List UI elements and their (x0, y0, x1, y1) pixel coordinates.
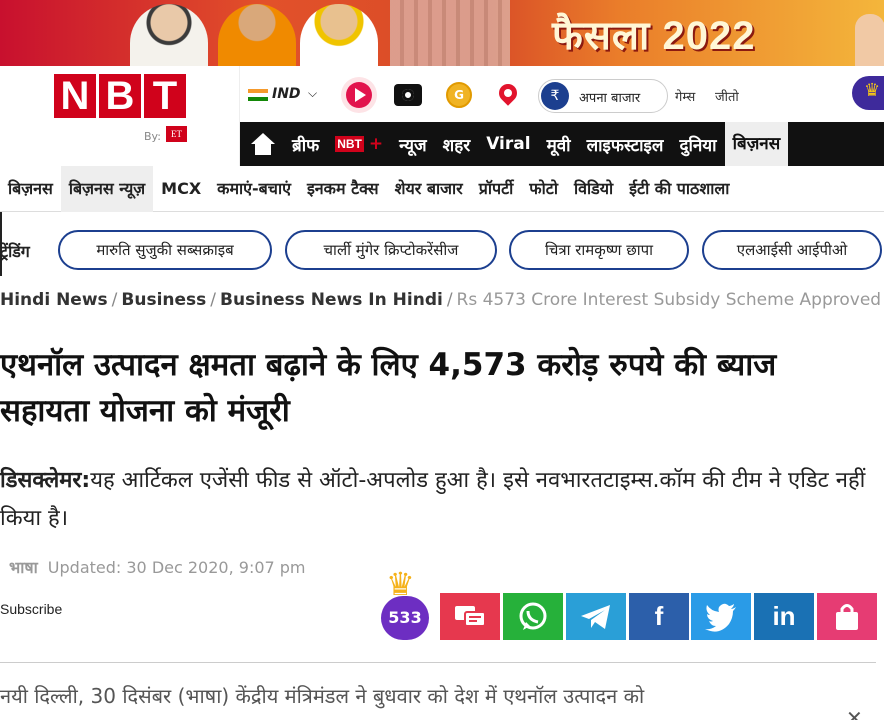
subnav-item-et-school[interactable]: ईटी की पाठशाला (621, 166, 737, 212)
breadcrumb-current: Rs 4573 Crore Interest Subsidy Scheme Ap… (456, 290, 882, 310)
nav-item-world[interactable]: दुनिया (671, 133, 724, 156)
twitter-icon[interactable] (691, 593, 751, 640)
subnav-item-video[interactable]: विडियो (566, 166, 621, 212)
trending-chip[interactable]: एलआईसी आईपीओ (702, 230, 882, 270)
nbt-plus-logo: NBT (335, 136, 364, 152)
play-video-icon[interactable] (341, 77, 377, 113)
home-icon[interactable] (240, 122, 284, 166)
logo-by-label: By: (144, 130, 161, 143)
games-link[interactable]: गेम्स (675, 87, 695, 105)
telegram-icon[interactable] (566, 593, 626, 640)
coin-rewards-icon[interactable]: G (446, 82, 472, 108)
plus-icon: + (368, 134, 384, 154)
trending-label: ट्रेंडिंग (0, 242, 30, 261)
nav-item-lifestyle[interactable]: लाइफस्टाइल (579, 133, 672, 156)
subnav-item-photo[interactable]: फोटो (521, 166, 566, 212)
linkedin-icon[interactable]: in (754, 593, 814, 640)
comment-count-badge[interactable]: 533 (381, 596, 429, 640)
article-updated: Updated: 30 Dec 2020, 9:07 pm (47, 558, 306, 577)
sub-nav: बिज़नस बिज़नस न्यूज़ MCX कमाएं-बचाएं इनक… (0, 165, 884, 212)
article-body-first-line: नयी दिल्ली, 30 दिसंबर (भाषा) केंद्रीय मं… (0, 684, 645, 708)
breadcrumb-separator: / (210, 290, 217, 310)
jeeto-link[interactable]: जीतो (715, 87, 739, 105)
subnav-item-business[interactable]: बिज़नस (0, 166, 61, 212)
chevron-down-icon[interactable]: ⌵ (308, 86, 317, 101)
trending-chip[interactable]: चार्ली मुंगेर क्रिप्टोकरेंसीज (285, 230, 497, 270)
premium-crown-button[interactable] (852, 76, 884, 110)
nav-item-viral[interactable]: Viral (478, 134, 538, 154)
breadcrumb: Hindi News / Business / Business News In Hin… (0, 290, 884, 310)
subnav-item-business-news[interactable]: बिज़नस न्यूज़ (60, 165, 154, 212)
breadcrumb-link[interactable]: Business (121, 290, 206, 310)
logo-letter: N (54, 74, 96, 118)
whatsapp-icon[interactable] (503, 593, 563, 640)
subnav-item-mcx[interactable]: MCX (153, 166, 209, 212)
nav-item-movie[interactable]: मूवी (539, 133, 579, 156)
rupee-icon: ₹ (541, 82, 569, 110)
nbt-logo[interactable]: N B T (54, 74, 186, 118)
subnav-item-property[interactable]: प्रॉपर्टी (471, 166, 522, 212)
crown-icon: ♛ (386, 565, 415, 603)
subnav-item-earn-save[interactable]: कमाएं-बचाएं (209, 166, 299, 212)
nav-item-city[interactable]: शहर (435, 133, 479, 156)
breadcrumb-separator: / (111, 290, 118, 310)
top-ad-banner[interactable]: फैसला 2022 (0, 0, 884, 66)
subnav-item-income-tax[interactable]: इनकम टैक्स (299, 166, 387, 212)
comment-icon[interactable] (440, 593, 500, 640)
nav-item-nbt-plus[interactable]: NBT + (327, 134, 391, 154)
subnav-item-share-market[interactable]: शेयर बाजार (387, 166, 471, 212)
camera-icon[interactable] (394, 84, 422, 106)
nav-item-business[interactable]: बिज़नस (724, 122, 789, 166)
breadcrumb-link[interactable]: Hindi News (0, 290, 108, 310)
disclaimer-label: डिसक्लेमर: (0, 468, 91, 493)
banner-title: फैसला 2022 (552, 14, 756, 58)
main-nav: ब्रीफ NBT + न्यूज शहर Viral मूवी लाइफस्टा… (240, 122, 884, 166)
banner-person-image (218, 4, 296, 66)
article-headline: एथनॉल उत्पादन क्षमता बढ़ाने के लिए 4,573… (0, 347, 777, 429)
nav-item-brief[interactable]: ब्रीफ (284, 133, 327, 156)
article-source[interactable]: भाषा (9, 558, 38, 577)
banner-hand-image (855, 14, 884, 66)
trending-strip: ट्रेंडिंग मारुति सुजुकी सब्सक्राइब चार्ल… (0, 212, 884, 276)
nav-item-news[interactable]: न्यूज (391, 133, 435, 156)
disclaimer-text: यह आर्टिकल एजेंसी फीड से ऑटो-अपलोड हुआ ह… (0, 468, 866, 531)
facebook-icon[interactable]: f (629, 593, 689, 640)
trending-chip[interactable]: चित्रा रामकृष्ण छापा (509, 230, 689, 270)
apna-bazar-label: अपना बाजार (579, 91, 641, 106)
close-icon[interactable]: ✕ (846, 706, 863, 720)
subscribe-button[interactable]: Subscribe (0, 601, 62, 617)
india-flag-icon[interactable] (248, 89, 268, 101)
edition-selector[interactable]: IND (272, 86, 301, 102)
et-logo: ET (166, 126, 187, 142)
trending-chip[interactable]: मारुति सुजुकी सब्सक्राइब (58, 230, 272, 270)
banner-person-image (130, 4, 208, 66)
article-meta: भाषा Updated: 30 Dec 2020, 9:07 pm (9, 556, 306, 578)
disclaimer: डिसक्लेमर:यह आर्टिकल एजेंसी फीड से ऑटो-अ… (0, 462, 880, 538)
breadcrumb-link[interactable]: Business News In Hindi (220, 290, 443, 310)
apna-bazar-button[interactable]: ₹ अपना बाजार (538, 79, 668, 113)
logo-letter: T (144, 74, 186, 118)
divider (0, 662, 876, 663)
banner-voting-machine-image (390, 0, 510, 66)
shopping-bag-icon[interactable] (817, 593, 877, 640)
logo-letter: B (99, 74, 141, 118)
banner-person-image (300, 4, 378, 66)
breadcrumb-separator: / (446, 290, 453, 310)
